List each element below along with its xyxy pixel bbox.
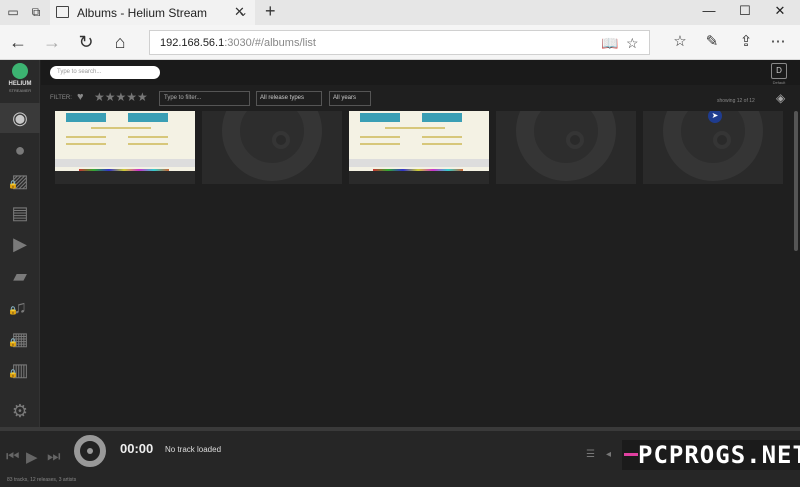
album-card[interactable] <box>349 111 489 184</box>
refresh-button[interactable]: ↻ <box>74 31 98 53</box>
tab-albums[interactable]: Albums - Helium Stream ✕ <box>50 0 255 25</box>
albums-grid: ➤ <box>41 111 793 427</box>
forward-button[interactable]: → <box>40 31 64 53</box>
watermark: PCPROGS.NET <box>622 440 800 470</box>
album-card[interactable] <box>202 111 342 184</box>
watermark-text: PCPROGS.NET <box>638 441 800 469</box>
sidebar-item-tracks[interactable]: 🔒 ♫ <box>0 292 40 322</box>
user-icon: ● <box>14 140 26 160</box>
sidebar-item-artists[interactable]: ● <box>0 135 40 165</box>
top-bar: Type to search... D Default <box>41 60 800 85</box>
chevron-down-icon[interactable]: ⌄ <box>238 5 248 19</box>
volume-icon[interactable]: ◂ <box>606 449 611 460</box>
scrollbar[interactable] <box>793 111 799 427</box>
sidebar-item-calendar[interactable]: 🔒 ▦ <box>0 324 40 354</box>
album-cover-image <box>55 111 195 171</box>
helium-app: HELIUM STREAMER ◉ ● 🔒 ▨ ▤ ▶ ▰ 🔒 ♫ 🔒 ▦ 🔒 ▥ ⚙ … <box>0 60 800 487</box>
next-track-icon[interactable]: ⏭ <box>47 448 61 465</box>
reading-view-icon[interactable]: 📖 <box>601 35 618 52</box>
layers-icon[interactable]: ◈ <box>776 91 785 105</box>
favorite-star-icon[interactable]: ☆ <box>626 35 639 52</box>
new-tab-icon[interactable]: + <box>265 1 276 22</box>
url-text: 192.168.56.1:3030/#/albums/list <box>160 37 316 49</box>
play-icon[interactable]: ▶ <box>26 448 38 466</box>
library-stats: 83 tracks, 12 releases, 3 artists <box>7 477 77 483</box>
tab-preview-icon[interactable]: ▭ <box>6 6 20 18</box>
previous-track-icon[interactable]: ⏮ <box>6 448 20 465</box>
rating-filter-stars[interactable]: ★★★★★ <box>94 90 148 104</box>
filter-label: FILTER: <box>50 95 72 101</box>
close-window-button[interactable]: ✕ <box>770 3 790 21</box>
favorite-heart-icon[interactable]: ♥ <box>77 91 84 103</box>
speaker-logo-icon <box>12 63 28 79</box>
search-input[interactable]: Type to search... <box>50 66 160 79</box>
sidebar-item-statistics[interactable]: 🔒 ▥ <box>0 355 40 385</box>
minimize-button[interactable]: — <box>699 3 719 21</box>
playback-progress[interactable] <box>0 429 800 431</box>
album-placeholder-disc-icon <box>516 111 616 181</box>
showing-count: showing 12 of 12 <box>717 98 755 104</box>
track-title: No track loaded <box>165 445 222 454</box>
sidebar-item-folders[interactable]: ▰ <box>0 261 40 291</box>
lock-icon: 🔒 <box>8 180 18 189</box>
lock-icon: 🔒 <box>8 369 18 378</box>
lock-icon: 🔒 <box>8 338 18 347</box>
home-button[interactable]: ⌂ <box>108 31 132 53</box>
years-select[interactable]: All years <box>329 91 371 106</box>
release-type-select[interactable]: All release types <box>256 91 322 106</box>
sidebar: HELIUM STREAMER ◉ ● 🔒 ▨ ▤ ▶ ▰ 🔒 ♫ 🔒 ▦ 🔒 ▥ ⚙ <box>0 60 40 427</box>
album-card[interactable] <box>496 111 636 184</box>
disc-icon: ◉ <box>12 108 28 128</box>
album-card[interactable]: ➤ <box>643 111 783 184</box>
sidebar-item-images[interactable]: 🔒 ▨ <box>0 166 40 196</box>
filter-input[interactable]: Type to filter... <box>159 91 250 106</box>
page-favicon-icon <box>56 6 69 18</box>
back-button[interactable]: ← <box>6 31 30 53</box>
scrollbar-thumb[interactable] <box>794 111 798 251</box>
document-icon: ▤ <box>11 203 29 223</box>
share-icon[interactable]: ⇪ <box>735 32 757 50</box>
queue-icon[interactable]: ☰ <box>586 449 595 460</box>
sidebar-item-settings[interactable]: ⚙ <box>0 396 40 426</box>
lock-icon: 🔒 <box>8 306 18 315</box>
album-card[interactable] <box>55 111 195 184</box>
sidebar-item-albums[interactable]: ◉ <box>0 103 40 133</box>
favorites-hub-icon[interactable]: ☆ <box>669 32 691 50</box>
more-menu-icon[interactable]: ⋯ <box>767 32 789 50</box>
maximize-button[interactable]: ☐ <box>735 3 755 21</box>
folder-icon: ▰ <box>13 266 27 286</box>
title-bar: ▭ ⧉ Albums - Helium Stream ✕ + ⌄ — ☐ ✕ <box>0 0 800 25</box>
logo-text: HELIUM <box>8 81 32 87</box>
gear-icon: ⚙ <box>11 401 29 421</box>
tab-title: Albums - Helium Stream <box>77 6 208 20</box>
sidebar-item-videos[interactable]: ▶ <box>0 229 40 259</box>
sidebar-item-documents[interactable]: ▤ <box>0 198 40 228</box>
helium-logo: HELIUM STREAMER <box>4 63 36 97</box>
video-icon: ▶ <box>13 234 27 254</box>
now-playing-disc-icon <box>74 435 106 467</box>
playback-time: 00:00 <box>120 441 154 456</box>
album-cover-image <box>349 111 489 171</box>
web-note-icon[interactable]: ✎ <box>701 32 723 50</box>
browser-window: ▭ ⧉ Albums - Helium Stream ✕ + ⌄ — ☐ ✕ ←… <box>0 0 800 487</box>
watermark-dash <box>624 453 638 456</box>
navigation-bar: ← → ↻ ⌂ 192.168.56.1:3030/#/albums/list … <box>0 25 800 60</box>
set-aside-tabs-icon[interactable]: ⧉ <box>29 6 43 18</box>
address-bar[interactable]: 192.168.56.1:3030/#/albums/list 📖 ☆ <box>149 30 650 55</box>
logo-subtext: STREAMER <box>8 88 32 93</box>
filter-bar: FILTER: ♥ ★★★★★ Type to filter... All re… <box>41 85 800 111</box>
album-placeholder-disc-icon <box>222 111 322 181</box>
user-avatar-button[interactable]: D <box>771 63 787 79</box>
